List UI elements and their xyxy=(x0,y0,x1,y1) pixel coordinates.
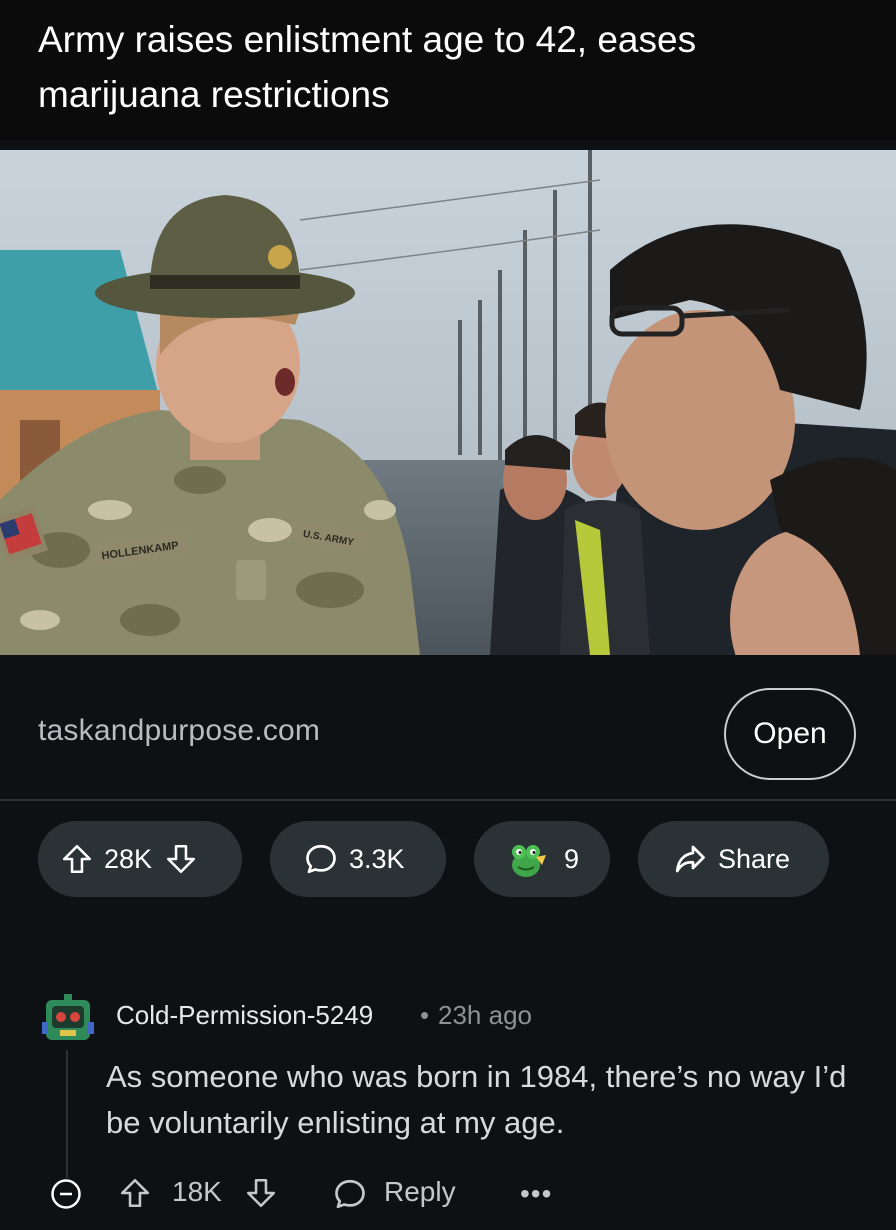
collapse-icon[interactable] xyxy=(50,1178,82,1210)
downvote-icon[interactable] xyxy=(164,842,198,876)
comment-icon xyxy=(303,841,339,877)
open-link-button[interactable]: Open xyxy=(724,688,856,780)
post-image[interactable]: HOLLENKAMP U.S. ARMY xyxy=(0,150,896,655)
award-button[interactable]: 9 xyxy=(474,821,610,897)
comment-downvote-icon[interactable] xyxy=(244,1176,278,1215)
comment-body: As someone who was born in 1984, there’s… xyxy=(106,1059,847,1140)
thread-line xyxy=(66,1050,68,1178)
reply-icon[interactable] xyxy=(332,1176,368,1217)
upvote-count: 28K xyxy=(104,843,153,874)
vote-bar: 28K xyxy=(38,821,242,897)
comment-count: 3.3K xyxy=(349,843,405,874)
share-button[interactable]: Share xyxy=(638,821,829,897)
upvote-icon[interactable] xyxy=(60,842,94,876)
avatar-icon[interactable] xyxy=(42,992,94,1044)
share-label: Share xyxy=(718,843,791,874)
award-count: 9 xyxy=(564,843,580,874)
comment-vote-count: 18K xyxy=(172,1176,222,1207)
award-icon xyxy=(506,839,550,879)
more-options-button[interactable]: ••• xyxy=(520,1178,552,1210)
reply-button[interactable]: Reply xyxy=(384,1176,456,1208)
comment-upvote-icon[interactable] xyxy=(118,1176,152,1215)
drill-sergeant-photo: HOLLENKAMP U.S. ARMY xyxy=(0,150,896,655)
comment-time: 23h ago xyxy=(438,1000,532,1030)
comments-button[interactable]: 3.3K xyxy=(270,821,446,897)
share-icon xyxy=(672,841,708,877)
divider xyxy=(0,799,896,801)
comment-author[interactable]: Cold-Permission-5249 xyxy=(116,1000,373,1031)
link-domain[interactable]: taskandpurpose.com xyxy=(38,714,320,748)
post-header: Army raises enlistment age to 42, eases … xyxy=(0,0,896,140)
meta-separator: • xyxy=(420,1000,430,1030)
post-title[interactable]: Army raises enlistment age to 42, eases … xyxy=(38,12,858,122)
